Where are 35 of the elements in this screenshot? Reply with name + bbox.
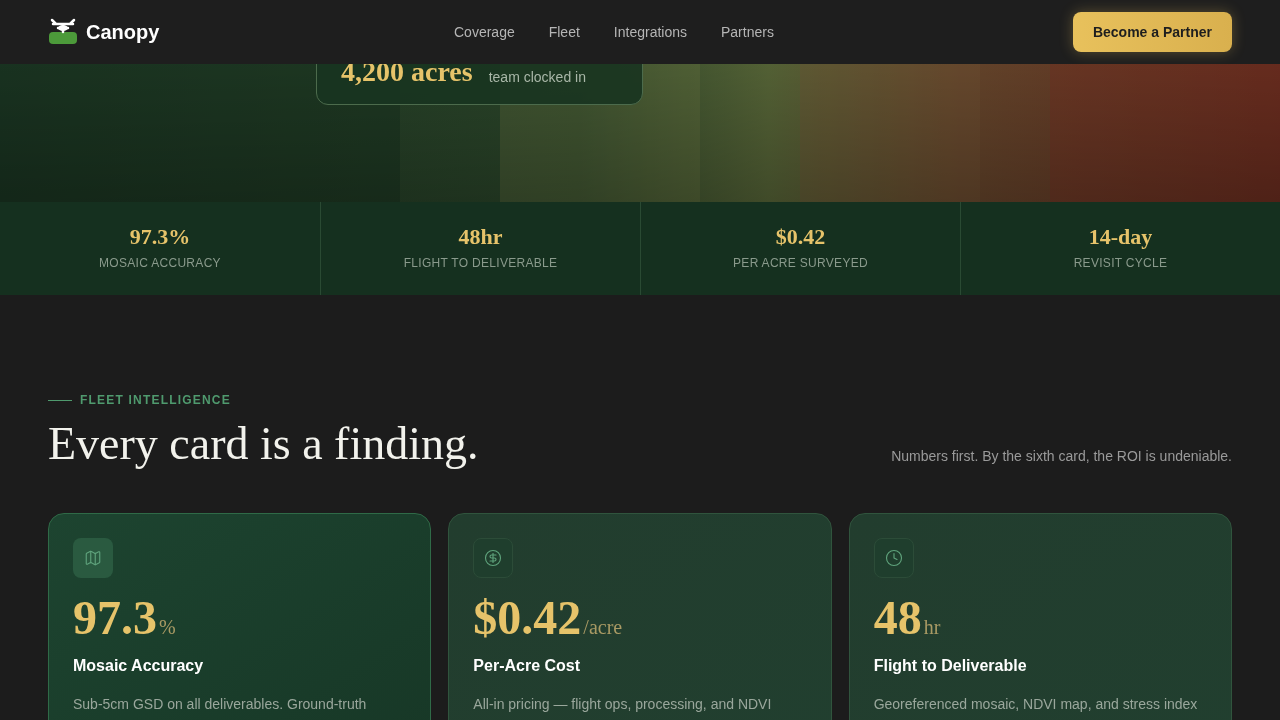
nav-link[interactable]: Coverage bbox=[454, 21, 515, 43]
stat-label: FLIGHT TO DELIVERABLE bbox=[403, 254, 558, 272]
nav-link[interactable]: Integrations bbox=[613, 21, 687, 43]
metric-value: 48 bbox=[873, 593, 922, 642]
metric-unit: % bbox=[159, 614, 176, 640]
map-icon bbox=[84, 548, 102, 567]
metric-value: $0.42 bbox=[473, 593, 582, 642]
metric-description: All-in pricing — flight ops, processing, and NDVI bbox=[473, 694, 773, 714]
stat-value: $0.42 bbox=[775, 225, 826, 248]
stat-label: REVISIT CYCLE bbox=[1073, 254, 1168, 272]
metric-unit: /acre bbox=[583, 614, 623, 640]
stat-label: PER ACRE SURVEYED bbox=[733, 254, 868, 272]
metric-description: Sub-5cm GSD on all deliverables. Ground-truth bbox=[73, 694, 368, 714]
metric-title: Flight to Deliverable bbox=[873, 655, 1028, 676]
become-partner-button[interactable]: Become a Partner bbox=[1072, 12, 1232, 52]
section-eyebrow: FLEET INTELLIGENCE bbox=[80, 392, 231, 409]
nav-link[interactable]: Partners bbox=[721, 21, 774, 43]
stat-value: 48hr bbox=[458, 225, 503, 248]
nav-link[interactable]: Fleet bbox=[548, 21, 580, 43]
stat-value: 97.3% bbox=[129, 225, 191, 248]
metric-title: Per-Acre Cost bbox=[473, 655, 582, 676]
metric-unit: hr bbox=[923, 614, 941, 640]
brand-name: Canopy bbox=[86, 20, 160, 45]
stat-label: MOSAIC ACCURACY bbox=[99, 254, 221, 272]
callout-caption: team clocked in bbox=[488, 68, 586, 87]
drone-over-grass-logo-icon bbox=[48, 18, 78, 46]
metric-title: Mosaic Accuracy bbox=[73, 655, 205, 676]
clock-icon bbox=[884, 548, 903, 567]
dollar-icon bbox=[484, 548, 503, 567]
metric-description: Georeferenced mosaic, NDVI map, and stress index bbox=[873, 694, 1199, 714]
section-note: Numbers first. By the sixth card, the ROI is undeniable. bbox=[891, 446, 1232, 466]
metric-value: 97.3 bbox=[73, 593, 157, 642]
stat-value: 14-day bbox=[1088, 225, 1153, 248]
callout-value: 4,200 acres bbox=[341, 58, 473, 86]
section-title: Every card is a finding. bbox=[48, 417, 479, 471]
